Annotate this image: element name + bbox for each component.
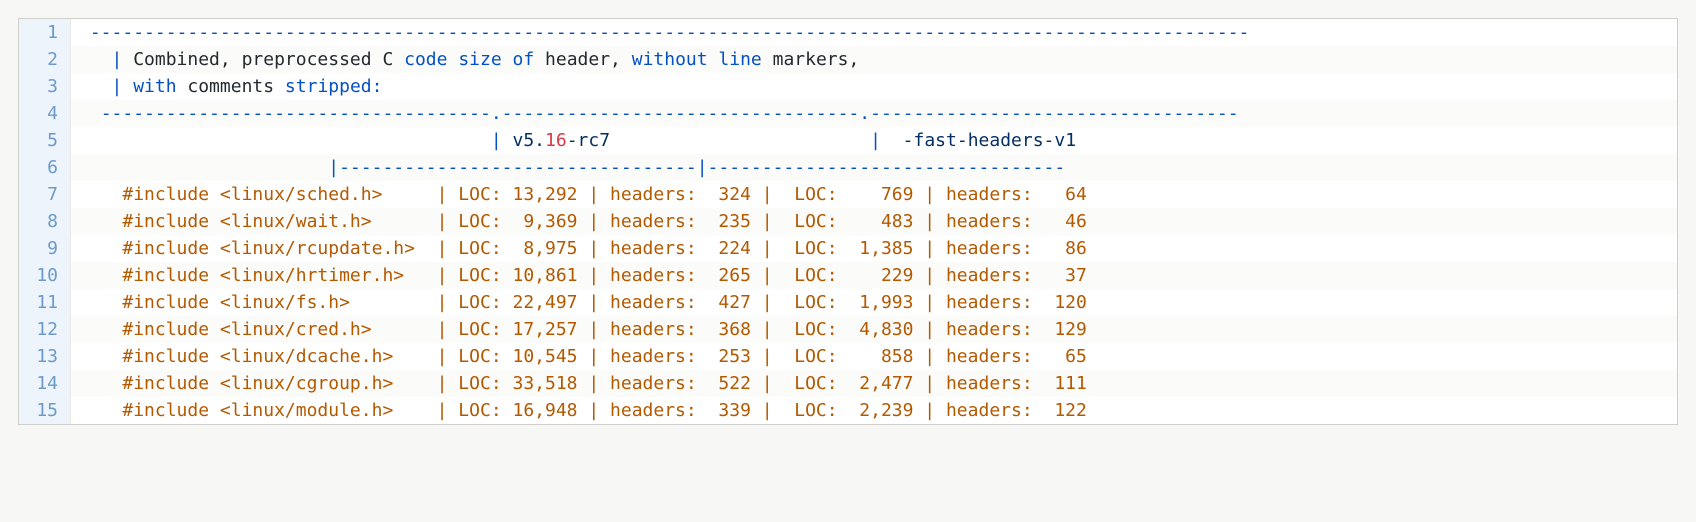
pad: | xyxy=(101,130,513,151)
text: without line xyxy=(621,49,762,70)
col-v5: v5. xyxy=(513,130,546,151)
table-row: #include <linux/sched.h> | LOC: 13,292 |… xyxy=(101,184,1087,205)
table-row: #include <linux/cgroup.h> | LOC: 33,518 … xyxy=(101,373,1087,394)
dash-mid: ------------------------------------.---… xyxy=(101,103,1239,124)
code-line: 3 | with comments stripped: xyxy=(19,73,1677,100)
code-line: 1 --------------------------------------… xyxy=(19,19,1677,46)
line-number: 1 xyxy=(19,19,71,46)
line-number: 9 xyxy=(19,235,71,262)
code-content: #include <linux/rcupdate.h> | LOC: 8,975… xyxy=(71,235,1677,262)
line-number: 10 xyxy=(19,262,71,289)
line-number: 12 xyxy=(19,316,71,343)
text: comments xyxy=(177,76,275,97)
line-number: 15 xyxy=(19,397,71,424)
text: code size of xyxy=(393,49,534,70)
line-number: 3 xyxy=(19,73,71,100)
code-line: 12 #include <linux/cred.h> | LOC: 17,257… xyxy=(19,316,1677,343)
code-content: |---------------------------------|-----… xyxy=(71,154,1677,181)
code-content: #include <linux/hrtimer.h> | LOC: 10,861… xyxy=(71,262,1677,289)
code-line: 7 #include <linux/sched.h> | LOC: 13,292… xyxy=(19,181,1677,208)
table-row: #include <linux/module.h> | LOC: 16,948 … xyxy=(101,400,1087,421)
text: header, xyxy=(534,49,621,70)
table-row: #include <linux/dcache.h> | LOC: 10,545 … xyxy=(101,346,1087,367)
code-line: 15 #include <linux/module.h> | LOC: 16,9… xyxy=(19,397,1677,424)
code-line: 2 | Combined, preprocessed C code size o… xyxy=(19,46,1677,73)
table-row: #include <linux/wait.h> | LOC: 9,369 | h… xyxy=(101,211,1087,232)
code-line: 8 #include <linux/wait.h> | LOC: 9,369 |… xyxy=(19,208,1677,235)
code-line: 13 #include <linux/dcache.h> | LOC: 10,5… xyxy=(19,343,1677,370)
code-content: #include <linux/cred.h> | LOC: 17,257 | … xyxy=(71,316,1677,343)
text: markers, xyxy=(762,49,860,70)
table-row: #include <linux/fs.h> | LOC: 22,497 | he… xyxy=(101,292,1087,313)
line-number: 13 xyxy=(19,343,71,370)
line-number: 14 xyxy=(19,370,71,397)
code-line: 6 |---------------------------------|---… xyxy=(19,154,1677,181)
pad: | xyxy=(610,130,903,151)
line-number: 5 xyxy=(19,127,71,154)
code-content: #include <linux/fs.h> | LOC: 22,497 | he… xyxy=(71,289,1677,316)
code-line: 14 #include <linux/cgroup.h> | LOC: 33,5… xyxy=(19,370,1677,397)
line-number: 7 xyxy=(19,181,71,208)
line-number: 11 xyxy=(19,289,71,316)
text: stripped: xyxy=(274,76,382,97)
table-row: #include <linux/cred.h> | LOC: 17,257 | … xyxy=(101,319,1087,340)
code-content: | Combined, preprocessed C code size of … xyxy=(71,46,1677,73)
col-v5-num: 16 xyxy=(545,130,567,151)
code-content: ----------------------------------------… xyxy=(71,19,1677,46)
code-content: ------------------------------------.---… xyxy=(71,100,1677,127)
code-content: #include <linux/wait.h> | LOC: 9,369 | h… xyxy=(71,208,1677,235)
line-number: 8 xyxy=(19,208,71,235)
col-fast: -fast-headers-v1 xyxy=(903,130,1076,151)
code-content: | with comments stripped: xyxy=(71,73,1677,100)
line-number: 2 xyxy=(19,46,71,73)
code-block: 1 --------------------------------------… xyxy=(18,18,1678,425)
code-line: 10 #include <linux/hrtimer.h> | LOC: 10,… xyxy=(19,262,1677,289)
code-content: #include <linux/cgroup.h> | LOC: 33,518 … xyxy=(71,370,1677,397)
code-line: 4 ------------------------------------.-… xyxy=(19,100,1677,127)
code-content: #include <linux/dcache.h> | LOC: 10,545 … xyxy=(71,343,1677,370)
code-content: #include <linux/sched.h> | LOC: 13,292 |… xyxy=(71,181,1677,208)
line-number: 6 xyxy=(19,154,71,181)
text: with xyxy=(122,76,176,97)
code-content: #include <linux/module.h> | LOC: 16,948 … xyxy=(71,397,1677,424)
table-row: #include <linux/rcupdate.h> | LOC: 8,975… xyxy=(101,238,1087,259)
code-line: 11 #include <linux/fs.h> | LOC: 22,497 |… xyxy=(19,289,1677,316)
code-line: 5 | v5.16-rc7 | -fast-headers-v1 xyxy=(19,127,1677,154)
line-number: 4 xyxy=(19,100,71,127)
code-content: | v5.16-rc7 | -fast-headers-v1 xyxy=(71,127,1677,154)
col-v5-suffix: -rc7 xyxy=(567,130,610,151)
pipe: | xyxy=(112,49,123,70)
text: Combined, preprocessed C xyxy=(122,49,393,70)
dash-sub: |---------------------------------|-----… xyxy=(101,157,1066,178)
pipe: | xyxy=(112,76,123,97)
table-row: #include <linux/hrtimer.h> | LOC: 10,861… xyxy=(101,265,1087,286)
code-line: 9 #include <linux/rcupdate.h> | LOC: 8,9… xyxy=(19,235,1677,262)
dash-top: ----------------------------------------… xyxy=(90,22,1250,43)
